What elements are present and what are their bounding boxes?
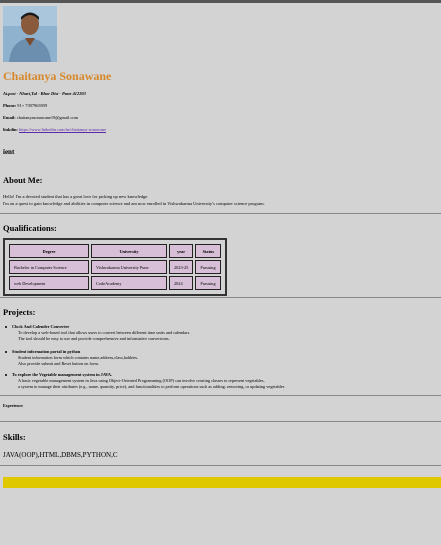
bullet-icon bbox=[5, 351, 7, 353]
table-cell: 2023-25 bbox=[169, 260, 194, 274]
skills-heading: Skills: bbox=[3, 432, 26, 442]
column-header: University bbox=[91, 244, 167, 258]
phone-label: Phone: bbox=[3, 103, 17, 108]
linkedin-label: linkdin: bbox=[3, 127, 18, 132]
project-desc: a system to manage their attributes (e.g… bbox=[18, 384, 285, 389]
about-line-2: I'm on a quest to gain knowledge and abi… bbox=[3, 201, 265, 206]
divider bbox=[0, 465, 441, 466]
divider bbox=[0, 395, 441, 396]
column-header: Status bbox=[195, 244, 222, 258]
bullet-icon bbox=[5, 374, 7, 376]
phone-line: Phone: 91+ 7397963959 bbox=[3, 103, 47, 108]
table-row: web Development CodeAcademy 2024 Pursuin… bbox=[9, 276, 222, 290]
qualifications-heading: Qualifications: bbox=[3, 223, 57, 233]
qualifications-table: Degree University year Status Bachelor i… bbox=[3, 238, 228, 296]
table-cell: Vishwakarma University Pune bbox=[91, 260, 167, 274]
experience-label: Experience: bbox=[3, 403, 24, 408]
email-value: chaitanyasonawane19@gmail.com bbox=[16, 115, 79, 120]
table-cell: Pursuing bbox=[195, 276, 222, 290]
table-cell: Pursuing bbox=[195, 260, 222, 274]
phone-value: 91+ 7397963959 bbox=[17, 103, 48, 108]
profile-photo bbox=[3, 6, 57, 62]
linkedin-line: linkdin: https://www.linkedin.com/in/cha… bbox=[3, 127, 106, 132]
text-fragment: ient bbox=[3, 148, 15, 156]
list-item: Clock And Calender Converter To develop … bbox=[12, 324, 190, 342]
table-row: Bachelor in Computer Science Vishwakarma… bbox=[9, 260, 222, 274]
about-line-1: Hello! I'm a devoted student that has a … bbox=[3, 194, 149, 199]
table-cell: CodeAcademy bbox=[91, 276, 167, 290]
bullet-icon bbox=[5, 326, 7, 328]
table-cell: 2024 bbox=[169, 276, 194, 290]
projects-heading: Projects: bbox=[3, 307, 36, 317]
divider bbox=[0, 297, 441, 298]
divider bbox=[0, 421, 441, 422]
table-cell: web Development bbox=[9, 276, 89, 290]
top-border bbox=[0, 0, 441, 3]
table-cell: Bachelor in Computer Science bbox=[9, 260, 89, 274]
list-item: Student information portal in python Stu… bbox=[12, 349, 138, 367]
about-text: Hello! I'm a devoted student that has a … bbox=[3, 193, 265, 207]
skills-list: JAVA(OOP),HTML,DBMS,PYTHON,C bbox=[3, 451, 118, 459]
project-desc: Also provide submit and Reset button on … bbox=[18, 361, 99, 366]
column-header: Degree bbox=[9, 244, 89, 258]
email-line: Email: chaitanyasonawane19@gmail.com bbox=[3, 115, 78, 120]
project-desc: The tool should be easy to use and provi… bbox=[18, 336, 170, 341]
email-label: Email: bbox=[3, 115, 16, 120]
footer-bar bbox=[3, 477, 441, 488]
linkedin-link[interactable]: https://www.linkedin.com/in/chaitanya-so… bbox=[19, 127, 106, 132]
list-item: To explore the Vegetable management syst… bbox=[12, 372, 284, 390]
address: At.post - Nhavi,Tal - Bhor Dist - Pune 4… bbox=[3, 91, 86, 96]
about-heading: About Me: bbox=[3, 175, 43, 185]
table-header-row: Degree University year Status bbox=[9, 244, 222, 258]
column-header: year bbox=[169, 244, 194, 258]
divider bbox=[0, 213, 441, 214]
profile-name: Chaitanya Sonawane bbox=[3, 69, 112, 83]
